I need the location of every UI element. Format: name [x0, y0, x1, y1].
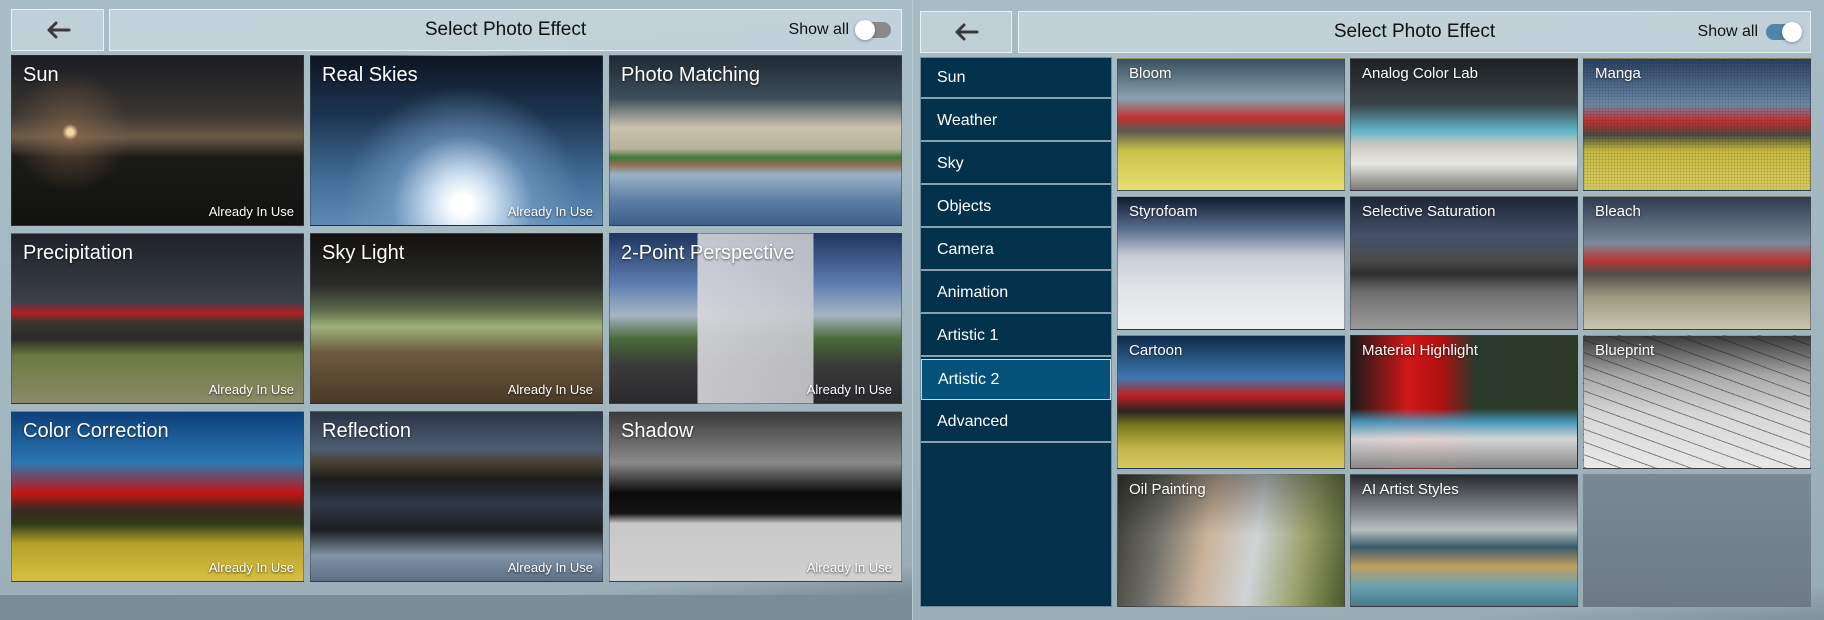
effect-tile-analog-color-lab[interactable]: Analog Color Lab — [1350, 58, 1578, 191]
in-use-badge: Already In Use — [208, 204, 294, 219]
tile-title: Color Correction — [23, 420, 169, 442]
tile-title: Sky Light — [322, 242, 405, 264]
right-panel: Select Photo Effect Show all Sun Weather… — [912, 0, 1824, 620]
tile-title: Blueprint — [1595, 342, 1655, 359]
in-use-badge: Already In Use — [806, 382, 892, 397]
effect-tile-styrofoam[interactable]: Styrofoam — [1117, 196, 1345, 330]
sidebar-item-label: Camera — [937, 240, 994, 258]
sidebar-item-artistic-2[interactable]: Artistic 2 — [921, 359, 1111, 400]
effect-tile-bleach[interactable]: Bleach — [1583, 196, 1811, 330]
page-title: Select Photo Effect — [1333, 21, 1496, 42]
in-use-badge: Already In Use — [208, 560, 294, 575]
sidebar-item-label: Objects — [937, 197, 992, 215]
effect-tile-selective-saturation[interactable]: Selective Saturation — [1350, 196, 1578, 330]
tile-title: Bloom — [1129, 65, 1172, 82]
effect-tile-reflection[interactable]: Reflection Already In Use — [310, 411, 603, 582]
effect-tile-sky-light[interactable]: Sky Light Already In Use — [310, 233, 603, 404]
effect-tile-color-correction[interactable]: Color Correction Already In Use — [11, 411, 304, 582]
sidebar-item-label: Advanced — [937, 412, 1009, 430]
sidebar-item-sun[interactable]: Sun — [921, 58, 1111, 99]
tile-title: Bleach — [1595, 203, 1641, 220]
tile-title: AI Artist Styles — [1362, 481, 1459, 498]
panel-bottom-strip — [0, 595, 912, 620]
tile-title: Real Skies — [322, 64, 418, 86]
effect-tile-shadow[interactable]: Shadow Already In Use — [609, 411, 902, 582]
sidebar-item-artistic-1[interactable]: Artistic 1 — [921, 316, 1111, 357]
effect-tile-sun[interactable]: Sun Already In Use — [11, 55, 304, 226]
in-use-badge: Already In Use — [507, 560, 593, 575]
effect-tile-material-highlight[interactable]: Material Highlight — [1350, 335, 1578, 469]
tile-title: Analog Color Lab — [1362, 65, 1478, 82]
back-button[interactable] — [920, 11, 1012, 53]
show-all-toggle[interactable] — [1766, 22, 1802, 42]
tile-title: Shadow — [621, 420, 694, 442]
sidebar-item-objects[interactable]: Objects — [921, 187, 1111, 228]
sidebar-item-label: Weather — [937, 111, 998, 129]
header-bar: Select Photo Effect Show all — [1018, 11, 1811, 53]
effect-tile-cartoon[interactable]: Cartoon — [1117, 335, 1345, 469]
tile-title: Cartoon — [1129, 342, 1183, 359]
sidebar-item-label: Artistic 1 — [937, 326, 999, 344]
tile-title: Oil Painting — [1129, 481, 1206, 498]
effect-tile-real-skies[interactable]: Real Skies Already In Use — [310, 55, 603, 226]
sidebar-item-label: Artistic 2 — [938, 370, 1000, 388]
sidebar-item-camera[interactable]: Camera — [921, 230, 1111, 271]
arrow-left-icon — [955, 23, 979, 41]
tile-title: Reflection — [322, 420, 411, 442]
tile-title: Material Highlight — [1362, 342, 1478, 359]
sidebar-item-weather[interactable]: Weather — [921, 101, 1111, 142]
effect-tile-manga[interactable]: Manga — [1583, 58, 1811, 191]
tile-title: Precipitation — [23, 242, 134, 264]
tile-title: Photo Matching — [621, 64, 760, 86]
in-use-badge: Already In Use — [208, 382, 294, 397]
effect-tile-ai-artist-styles[interactable]: AI Artist Styles — [1350, 474, 1578, 607]
in-use-badge: Already In Use — [507, 382, 593, 397]
tile-title: Sun — [23, 64, 59, 86]
sidebar-item-label: Animation — [937, 283, 1009, 301]
sidebar-item-advanced[interactable]: Advanced — [921, 402, 1111, 443]
back-button[interactable] — [11, 9, 104, 51]
effect-tile-photo-matching[interactable]: Photo Matching — [609, 55, 902, 226]
effect-tile-oil-painting[interactable]: Oil Painting — [1117, 474, 1345, 607]
effect-tile-2-point-perspective[interactable]: 2-Point Perspective Already In Use — [609, 233, 902, 404]
show-all-toggle[interactable] — [855, 20, 891, 40]
effect-tile-precipitation[interactable]: Precipitation Already In Use — [11, 233, 304, 404]
tile-title: 2-Point Perspective — [621, 242, 795, 264]
effect-tile-bloom[interactable]: Bloom — [1117, 58, 1345, 191]
toggle-knob — [855, 20, 875, 40]
toggle-knob — [1782, 22, 1802, 42]
empty-tile-slot — [1583, 474, 1811, 607]
left-panel: Select Photo Effect Show all Sun Already… — [0, 0, 912, 620]
effect-tile-blueprint[interactable]: Blueprint — [1583, 335, 1811, 469]
sidebar-item-label: Sky — [937, 154, 964, 172]
sidebar-item-animation[interactable]: Animation — [921, 273, 1111, 314]
header-bar: Select Photo Effect Show all — [109, 9, 902, 51]
show-all-control: Show all — [1697, 12, 1802, 52]
show-all-control: Show all — [789, 10, 891, 50]
tile-title: Styrofoam — [1129, 203, 1198, 220]
in-use-badge: Already In Use — [806, 560, 892, 575]
show-all-label: Show all — [788, 21, 849, 38]
tile-title: Selective Saturation — [1362, 203, 1496, 220]
sidebar-item-sky[interactable]: Sky — [921, 144, 1111, 185]
tile-title: Manga — [1595, 65, 1641, 82]
in-use-badge: Already In Use — [507, 204, 593, 219]
page-title: Select Photo Effect — [424, 19, 587, 40]
arrow-left-icon — [47, 21, 70, 39]
category-sidebar: Sun Weather Sky Objects Camera Animation… — [920, 57, 1112, 607]
sidebar-item-label: Sun — [937, 68, 966, 86]
show-all-label: Show all — [1697, 23, 1758, 40]
